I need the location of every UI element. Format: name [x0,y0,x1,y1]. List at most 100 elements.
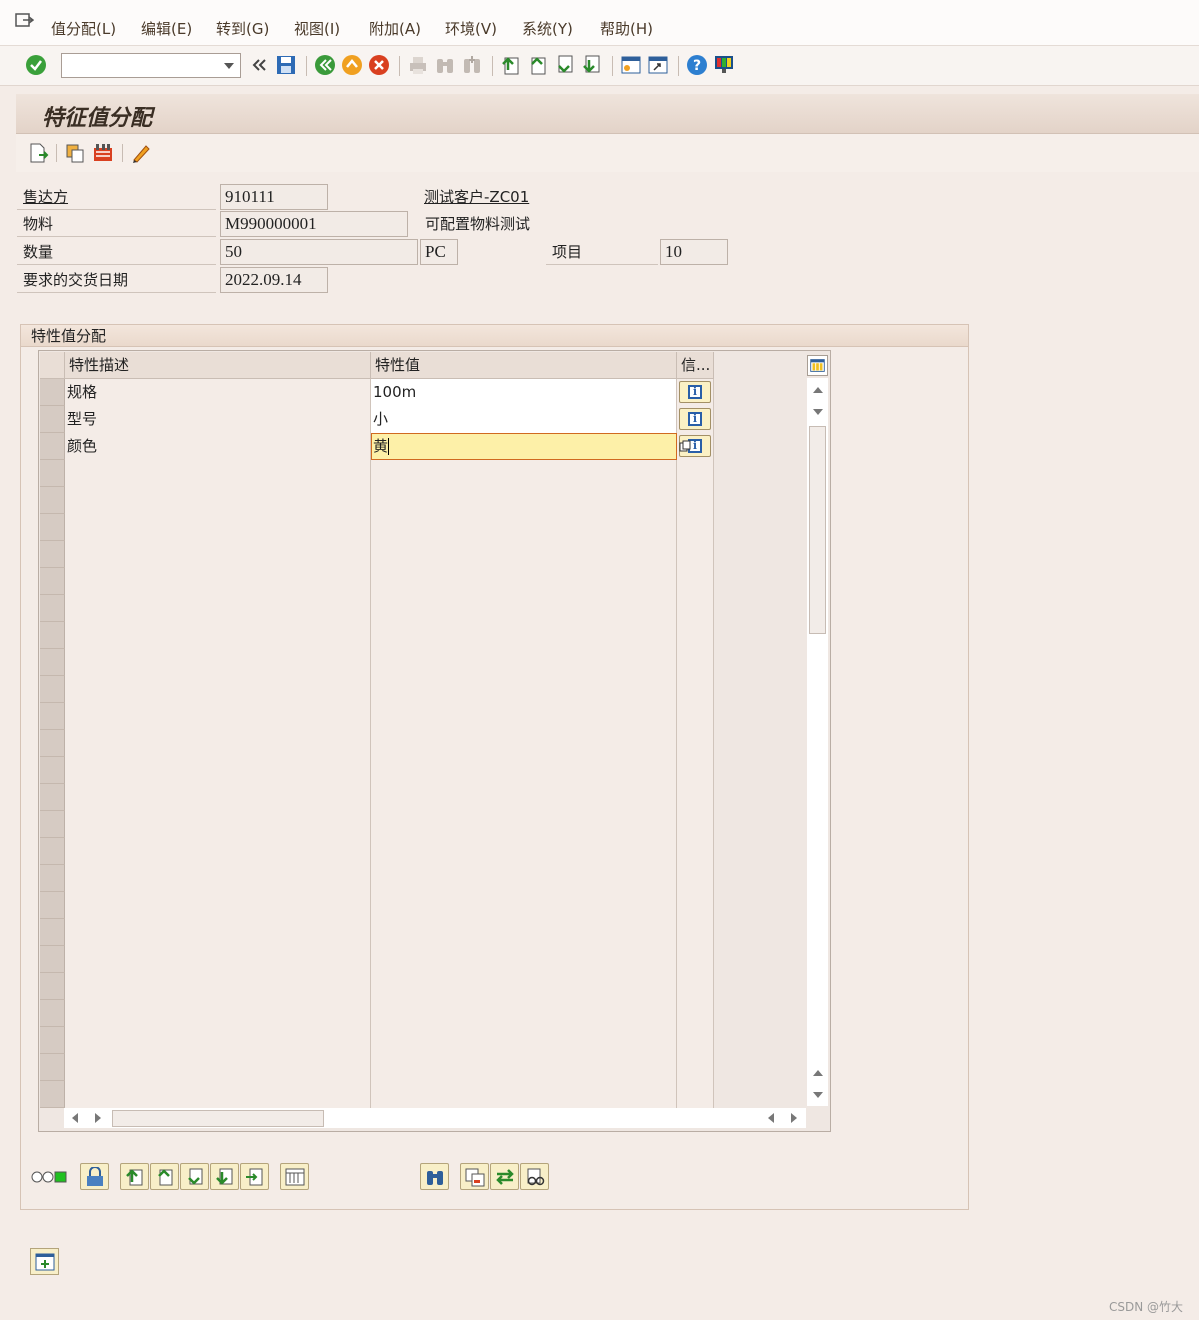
characteristic-value-input[interactable] [371,487,677,514]
characteristic-value-input[interactable] [371,595,677,622]
row-selector[interactable] [40,946,65,973]
scroll-up-icon[interactable] [813,387,823,393]
characteristic-value-input[interactable] [371,892,677,919]
characteristic-value-input[interactable] [371,784,677,811]
row-selector[interactable] [40,973,65,1000]
row-selector[interactable] [40,487,65,514]
row-selector[interactable] [40,703,65,730]
first-page-button[interactable] [120,1163,149,1190]
characteristic-value-input[interactable] [371,919,677,946]
last-page-button[interactable] [210,1163,239,1190]
characteristic-value-input[interactable] [371,676,677,703]
characteristic-value-input[interactable]: 小 [371,406,677,433]
insert-row-button[interactable] [240,1163,269,1190]
customize-layout-icon[interactable] [713,54,735,76]
menu-extras[interactable]: 附加(A) [369,18,421,39]
characteristic-value-input[interactable] [371,865,677,892]
menu-environment[interactable]: 环境(V) [445,18,497,39]
characteristic-value-input[interactable] [371,757,677,784]
menu-system[interactable]: 系统(Y) [522,18,573,39]
characteristic-value-input[interactable] [371,973,677,1000]
row-selector[interactable] [40,1027,65,1054]
characteristic-value-input[interactable] [371,514,677,541]
back-double-arrow-icon[interactable] [248,54,270,76]
characteristic-value-input[interactable] [371,1000,677,1027]
menu-help[interactable]: 帮助(H) [600,18,653,39]
row-selector[interactable] [40,514,65,541]
row-selector[interactable] [40,730,65,757]
next-page-icon[interactable] [554,54,576,76]
row-selector[interactable] [40,919,65,946]
table-layout-button[interactable] [280,1163,309,1190]
characteristic-value-input[interactable] [371,838,677,865]
row-selector[interactable] [40,1054,65,1081]
command-field[interactable] [61,53,241,78]
scroll-page-down-icon[interactable] [813,1092,823,1098]
copy-values-button[interactable] [460,1163,489,1190]
sold-to-name[interactable]: 测试客户-ZC01 [424,184,529,210]
scroll-page-left-icon[interactable] [768,1113,774,1123]
characteristic-value-input[interactable] [371,730,677,757]
info-button[interactable]: i [679,408,711,430]
check-icon[interactable] [25,54,47,76]
copy-icon[interactable] [64,142,86,164]
shortcut-icon[interactable] [647,54,669,76]
characteristic-value-input[interactable] [371,946,677,973]
characteristic-value-input[interactable] [371,1027,677,1054]
scroll-left-icon[interactable] [72,1113,78,1123]
row-selector[interactable] [40,1081,65,1108]
column-header-info[interactable]: 信... [677,352,714,379]
horizontal-scrollbar[interactable] [64,1108,806,1128]
scroll-page-up-icon[interactable] [813,1070,823,1076]
row-selector[interactable] [40,379,65,406]
scroll-page-right-icon[interactable] [791,1113,797,1123]
row-selector[interactable] [40,622,65,649]
menu-view[interactable]: 视图(I) [294,18,340,39]
row-selector[interactable] [40,838,65,865]
chevron-down-icon[interactable] [224,63,234,69]
next-page-button[interactable] [180,1163,209,1190]
select-all-cell[interactable] [40,352,65,379]
characteristic-value-input[interactable] [371,622,677,649]
characteristics-icon[interactable] [92,142,114,164]
row-selector[interactable] [40,406,65,433]
first-page-icon[interactable] [500,54,522,76]
vertical-scrollbar[interactable] [807,378,828,1106]
characteristic-value-input[interactable]: 黄 [371,433,677,460]
info-button[interactable]: i [679,381,711,403]
menu-value-assignment[interactable]: 值分配(L) [51,18,116,39]
row-selector[interactable] [40,460,65,487]
column-header-description[interactable]: 特性描述 [65,352,371,379]
table-settings-icon[interactable] [807,355,828,376]
row-selector[interactable] [40,568,65,595]
row-selector[interactable] [40,433,65,460]
new-document-icon[interactable] [28,142,50,164]
find-next-icon[interactable] [461,54,483,76]
characteristic-value-input[interactable] [371,460,677,487]
scroll-down-icon[interactable] [813,409,823,415]
menu-exit-icon[interactable] [14,12,34,30]
row-selector[interactable] [40,784,65,811]
help-icon[interactable]: ? [686,54,708,76]
column-header-value[interactable]: 特性值 [371,352,677,379]
inspect-button[interactable] [520,1163,549,1190]
print-icon[interactable] [407,54,429,76]
exit-icon[interactable] [341,54,363,76]
scrollbar-thumb[interactable] [112,1110,324,1127]
save-icon[interactable] [275,54,297,76]
row-selector[interactable] [40,595,65,622]
characteristic-value-input[interactable] [371,649,677,676]
cancel-icon[interactable] [368,54,390,76]
edit-pencil-icon[interactable] [130,142,152,164]
characteristic-value-input[interactable] [371,541,677,568]
row-selector[interactable] [40,649,65,676]
characteristic-value-input[interactable]: 100m [371,379,677,406]
characteristic-value-input[interactable] [371,568,677,595]
find-icon[interactable] [434,54,456,76]
row-selector[interactable] [40,811,65,838]
characteristic-value-input[interactable] [371,1081,677,1108]
characteristic-value-input[interactable] [371,703,677,730]
row-selector[interactable] [40,865,65,892]
new-session-icon[interactable] [620,54,642,76]
row-selector[interactable] [40,541,65,568]
